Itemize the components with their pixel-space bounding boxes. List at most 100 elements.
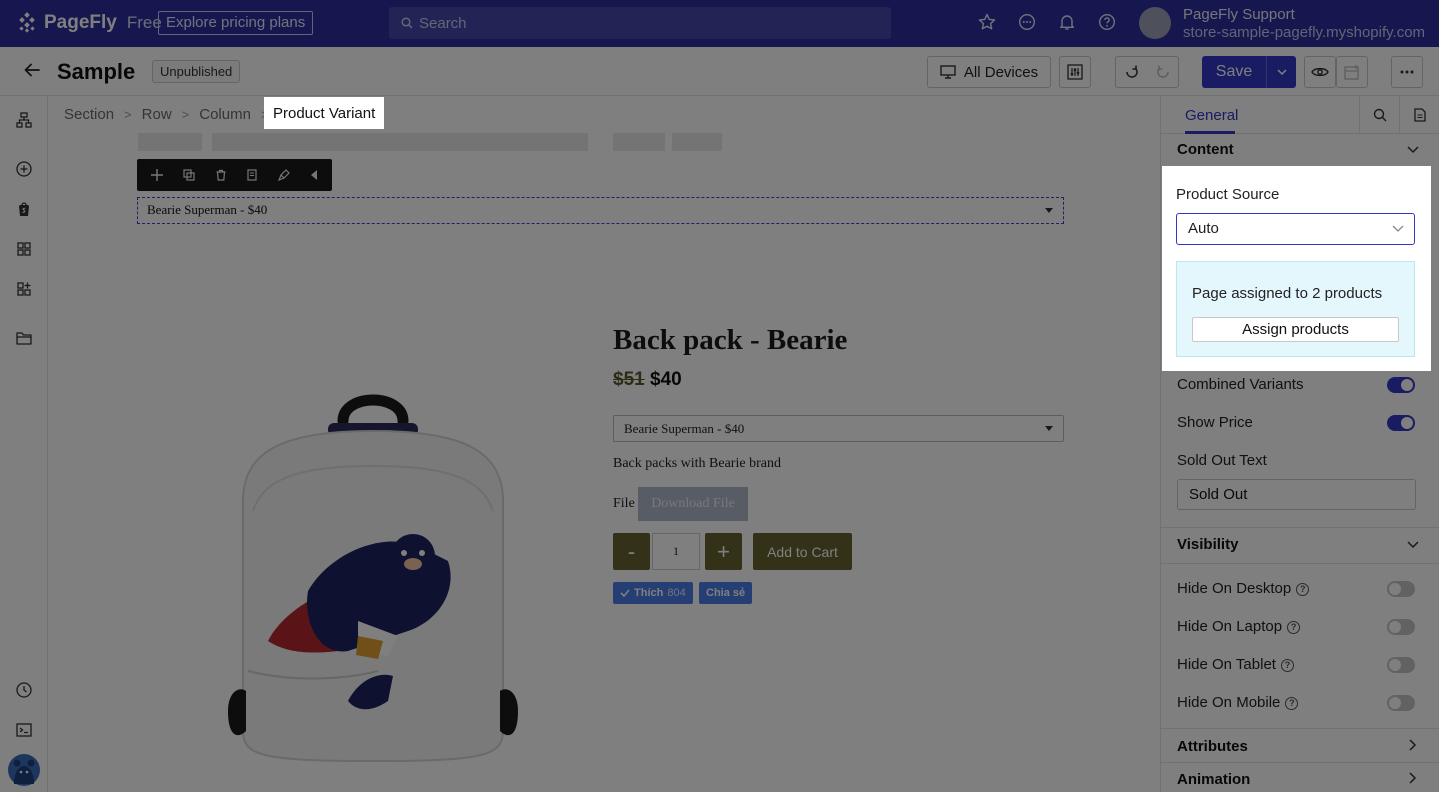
hide-tablet-text: Hide On Tablet (1177, 656, 1276, 673)
product-source-value: Auto (1188, 220, 1219, 237)
pagefly-logo[interactable]: PageFly Free (16, 12, 162, 34)
product-source-label: Product Source (1176, 186, 1280, 203)
help-circle-icon[interactable]: ? (1287, 621, 1301, 634)
section-divider (1161, 728, 1439, 729)
chevron-down-icon (1276, 69, 1287, 75)
product-source-select[interactable]: Auto (1176, 213, 1415, 245)
star-icon[interactable] (978, 13, 996, 31)
status-badge: Unpublished (152, 60, 241, 83)
device-label: All Devices (963, 63, 1039, 81)
help-circle-icon[interactable]: ? (1280, 659, 1294, 672)
hide-desktop-toggle[interactable] (1387, 581, 1415, 597)
publish-icon (1344, 65, 1359, 80)
download-file-button[interactable]: Download File (638, 487, 748, 521)
tab-general[interactable]: General (1185, 107, 1238, 124)
quantity-decrease-button[interactable]: - (613, 533, 650, 570)
breadcrumb-section[interactable]: Section (64, 106, 114, 123)
chevron-right-icon[interactable] (1409, 739, 1417, 751)
hide-mobile-toggle[interactable] (1387, 695, 1415, 711)
pagefly-logo-icon (19, 12, 35, 33)
save-options-dropdown[interactable] (1266, 56, 1296, 88)
quantity-input[interactable]: 1 (652, 533, 700, 570)
breadcrumb-separator-icon: > (124, 107, 132, 122)
like-count: 804 (667, 587, 686, 599)
layers-tree-icon[interactable] (16, 112, 32, 128)
breadcrumb-product-variant[interactable]: Product Variant (264, 97, 384, 129)
add-element-icon[interactable] (16, 161, 32, 177)
left-rail (0, 96, 48, 792)
toggle-knob (1389, 583, 1401, 595)
hide-desktop-label: Hide On Desktop? (1177, 580, 1310, 597)
user-avatar[interactable] (1139, 7, 1171, 39)
chevron-right-icon[interactable] (1409, 772, 1417, 784)
account-name: PageFly Support (1183, 6, 1295, 23)
bell-icon[interactable] (1058, 13, 1076, 31)
apps-add-icon[interactable] (16, 281, 32, 297)
publish-button[interactable] (1336, 56, 1368, 88)
chat-icon[interactable] (1018, 13, 1036, 31)
help-circle-icon[interactable]: ? (1285, 697, 1299, 710)
more-options-button[interactable] (1391, 56, 1423, 88)
content-section-heading[interactable]: Content (1177, 141, 1234, 158)
tab-document[interactable] (1399, 96, 1439, 134)
code-terminal-icon[interactable] (16, 722, 32, 738)
hide-laptop-label: Hide On Laptop? (1177, 618, 1301, 635)
chevron-down-icon[interactable] (1407, 541, 1419, 549)
store-domain: store-sample-pagefly.myshopify.com (1183, 24, 1426, 41)
tab-search[interactable] (1359, 96, 1399, 134)
visibility-section-heading[interactable]: Visibility (1177, 536, 1238, 553)
undo-icon[interactable] (1124, 64, 1140, 80)
breadcrumb-column[interactable]: Column (199, 106, 251, 123)
sold-out-text-input[interactable]: Sold Out (1177, 479, 1416, 510)
collapse-left-icon[interactable] (310, 170, 318, 180)
device-selector[interactable]: All Devices (927, 56, 1051, 88)
product-variant-select[interactable]: Bearie Superman - $40 (613, 415, 1064, 442)
combined-variants-toggle[interactable] (1387, 377, 1415, 393)
sections-grid-icon[interactable] (16, 241, 32, 257)
breadcrumb-row[interactable]: Row (142, 106, 172, 123)
redo-icon[interactable] (1155, 64, 1171, 80)
breadcrumb: Section > Row > Column > (48, 96, 1160, 133)
animation-section-heading[interactable]: Animation (1177, 771, 1250, 788)
facebook-share-button[interactable]: Chia sẻ (699, 582, 753, 604)
active-tab-indicator (1185, 131, 1235, 134)
facebook-like-button[interactable]: Thích 804 (613, 582, 693, 604)
hide-laptop-toggle[interactable] (1387, 619, 1415, 635)
history-clock-icon[interactable] (16, 682, 32, 698)
preview-button[interactable] (1304, 56, 1336, 88)
attributes-section-heading[interactable]: Attributes (1177, 738, 1248, 755)
selected-variant-dropdown[interactable]: Bearie Superman - $40 (137, 197, 1064, 224)
variant-value: Bearie Superman - $40 (624, 421, 745, 436)
help-circle-icon[interactable]: ? (1296, 583, 1310, 596)
move-icon[interactable] (150, 169, 163, 181)
paint-icon[interactable] (278, 169, 291, 181)
save-button[interactable]: Save (1202, 56, 1296, 88)
sold-out-text-label: Sold Out Text (1177, 452, 1267, 469)
help-icon[interactable] (1098, 13, 1116, 31)
hide-tablet-toggle[interactable] (1387, 657, 1415, 673)
add-to-cart-button[interactable]: Add to Cart (753, 533, 852, 570)
account-info[interactable]: PageFly Support store-sample-pagefly.mys… (1183, 6, 1425, 42)
share-label: Chia sẻ (706, 587, 746, 599)
placeholder-block (672, 133, 722, 151)
folder-icon[interactable] (16, 330, 32, 346)
copy-icon[interactable] (246, 169, 258, 181)
duplicate-icon[interactable] (183, 169, 195, 181)
back-arrow-icon[interactable] (23, 61, 41, 79)
section-divider (1161, 563, 1439, 564)
brand-name: PageFly (44, 12, 117, 33)
chevron-down-icon[interactable] (1407, 146, 1419, 154)
page-canvas: Section > Row > Column > Bearie Superman… (48, 96, 1160, 792)
hide-tablet-label: Hide On Tablet? (1177, 656, 1294, 673)
search-input[interactable]: Search (389, 7, 891, 39)
assign-products-button[interactable]: Assign products (1192, 317, 1399, 342)
pagefly-mascot-icon[interactable] (8, 754, 40, 786)
eye-icon (1311, 67, 1329, 77)
quantity-increase-button[interactable]: + (705, 533, 742, 570)
shopify-icon[interactable] (16, 201, 32, 217)
product-description: Back packs with Bearie brand (613, 456, 781, 471)
delete-icon[interactable] (215, 169, 227, 181)
style-settings-button[interactable] (1059, 56, 1091, 88)
show-price-toggle[interactable] (1387, 415, 1415, 431)
explore-pricing-button[interactable]: Explore pricing plans (158, 11, 314, 35)
